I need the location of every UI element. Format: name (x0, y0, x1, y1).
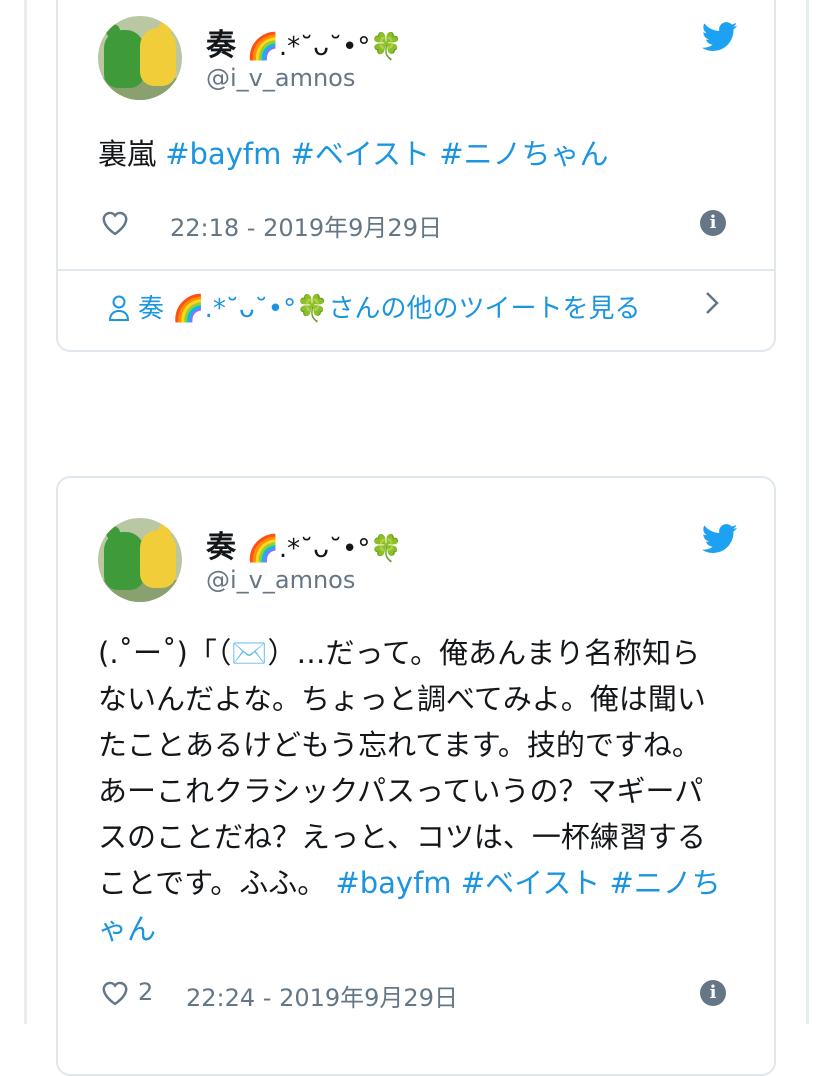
left-rail (24, 0, 27, 1024)
info-icon[interactable]: i (700, 980, 726, 1006)
tweet-meta: 2 22:24 - 2019年9月29日 i (98, 974, 734, 1014)
more-tweets-label: 奏 🌈.*˘ᴗ˘•°🍀さんの他のツイートを見る (138, 294, 641, 324)
twitter-bird-icon[interactable] (702, 22, 738, 52)
person-icon (108, 295, 130, 321)
like-count: 2 (138, 978, 154, 1006)
heart-icon[interactable] (100, 978, 130, 1006)
twitter-bird-icon[interactable] (702, 524, 738, 554)
text-segment (430, 137, 439, 171)
text-segment (452, 866, 461, 900)
hashtag-link[interactable]: #bayfm (165, 137, 281, 171)
hashtag-link[interactable]: #ニノちゃん (439, 137, 608, 171)
user-name-decoration: 🌈.*˘ᴗ˘•°🍀 (246, 32, 403, 62)
heart-icon[interactable] (100, 208, 130, 236)
tweet-meta: 22:18 - 2019年9月29日 i (98, 204, 734, 244)
avatar[interactable] (98, 16, 182, 100)
tweet-timestamp[interactable]: 22:24 - 2019年9月29日 (186, 978, 458, 1013)
user-name-text: 奏 (206, 28, 236, 63)
tweet-text: 裏嵐 #bayfm #ベイスト #ニノちゃん (98, 132, 728, 177)
divider (58, 269, 774, 271)
text-segment (281, 137, 290, 171)
hashtag-link[interactable]: #ベイスト (461, 866, 600, 900)
tweet-text: (.˚ー˚)「（✉️）…だって。俺あんまり名称知らないんだよな。ちょっと調べてみ… (98, 630, 728, 952)
tweet-card-2[interactable]: 奏 🌈.*˘ᴗ˘•°🍀 @i_v_amnos (.˚ー˚)「（✉️）…だって。俺… (56, 476, 776, 1076)
text-segment: 裏嵐 (98, 137, 166, 171)
hashtag-link[interactable]: #ベイスト (291, 137, 430, 171)
user-name-decoration: 🌈.*˘ᴗ˘•°🍀 (246, 534, 403, 564)
user-handle[interactable]: @i_v_amnos (206, 64, 355, 92)
chevron-right-icon[interactable] (702, 288, 722, 318)
text-segment: (.˚ー˚)「（✉️）…だって。俺あんまり名称知らないんだよな。ちょっと調べてみ… (98, 636, 706, 900)
tweet-card-1[interactable]: 奏 🌈.*˘ᴗ˘•°🍀 @i_v_amnos 裏嵐 #bayfm #ベイスト #… (56, 0, 776, 352)
user-name-text: 奏 (206, 530, 236, 565)
hashtag-link[interactable]: #bayfm (335, 866, 451, 900)
info-icon[interactable]: i (700, 210, 726, 236)
right-rail (806, 0, 809, 1024)
avatar[interactable] (98, 518, 182, 602)
user-handle[interactable]: @i_v_amnos (206, 566, 355, 594)
tweet-timestamp[interactable]: 22:18 - 2019年9月29日 (170, 208, 442, 243)
user-name[interactable]: 奏 🌈.*˘ᴗ˘•°🍀 (206, 20, 403, 64)
user-name[interactable]: 奏 🌈.*˘ᴗ˘•°🍀 (206, 522, 403, 566)
more-tweets-link[interactable]: 奏 🌈.*˘ᴗ˘•°🍀さんの他のツイートを見る (108, 288, 641, 325)
